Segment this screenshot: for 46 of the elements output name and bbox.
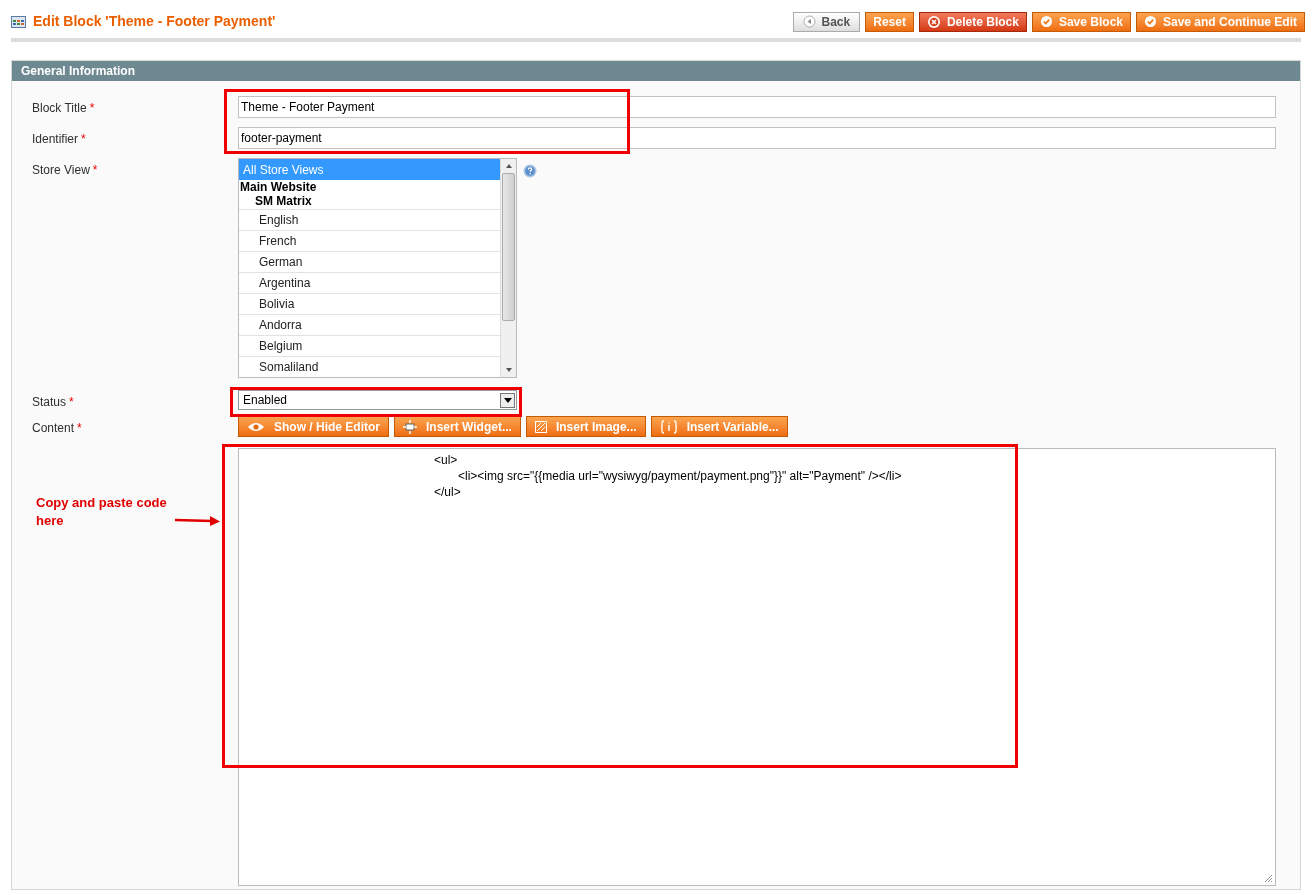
back-button[interactable]: Back xyxy=(792,11,861,32)
store-view-listbox[interactable]: All Store Views Main Website SM Matrix English French German Argentina Bolivia Andorra Belgium Somaliland xyxy=(238,158,517,378)
page-title: Edit Block 'Theme - Footer Payment' xyxy=(33,12,276,31)
required-mark: * xyxy=(92,162,98,179)
close-icon xyxy=(926,14,941,29)
status-dropdown[interactable]: Enabled xyxy=(238,390,517,410)
required-mark: * xyxy=(69,394,74,411)
list-option[interactable]: Belgium xyxy=(239,336,500,357)
list-option[interactable]: Bolivia xyxy=(239,294,500,315)
help-icon[interactable] xyxy=(523,164,537,178)
annotation-arrow xyxy=(174,515,221,527)
code-line: </ul> xyxy=(434,484,462,500)
resize-handle[interactable] xyxy=(1264,874,1273,883)
grid-icon xyxy=(11,15,26,28)
group-label: Main Website xyxy=(239,180,318,194)
list-option[interactable]: Argentina xyxy=(239,273,500,294)
text-field[interactable]: footer-payment xyxy=(238,127,1276,149)
image-icon xyxy=(534,420,547,433)
eye-icon xyxy=(247,421,265,432)
content-editor[interactable]: <ul> <li><img src="{{media url="wysiwyg/payment/payment.png"}}" alt="Payment" /></li> </ul> xyxy=(238,448,1276,886)
field-label: Status xyxy=(32,394,67,411)
caret-icon xyxy=(503,397,512,403)
widget-icon xyxy=(403,419,417,434)
code-line: <li><img src="{{media url="wysiwyg/payment/payment.png"}}" alt="Payment" /></li> xyxy=(458,468,903,484)
text-field[interactable]: Theme - Footer Payment xyxy=(238,96,1276,118)
field-label: Identifier xyxy=(32,131,79,148)
checkmark-icon xyxy=(1039,15,1053,28)
back-icon xyxy=(802,15,816,28)
required-mark: * xyxy=(81,131,86,148)
checkmark-icon xyxy=(1144,15,1157,28)
list-option[interactable]: French xyxy=(239,231,500,252)
code-line: <ul> xyxy=(434,452,459,468)
scroll-thumb[interactable] xyxy=(502,173,515,321)
field-label: Content xyxy=(32,420,75,437)
required-mark: * xyxy=(77,420,82,437)
list-option[interactable]: Andorra xyxy=(239,315,500,336)
field-label: Block Title xyxy=(32,100,87,117)
section-title: General Information xyxy=(21,63,136,80)
group-label: SM Matrix xyxy=(239,194,500,210)
annotation-text: Copy and paste code here xyxy=(36,494,168,530)
delete-button[interactable]: Delete Block xyxy=(918,11,1027,32)
required-mark: * xyxy=(89,100,95,117)
field-label: Store View xyxy=(32,162,90,179)
list-option[interactable]: German xyxy=(239,252,500,273)
variable-icon xyxy=(659,419,678,434)
list-option[interactable]: English xyxy=(239,210,500,231)
